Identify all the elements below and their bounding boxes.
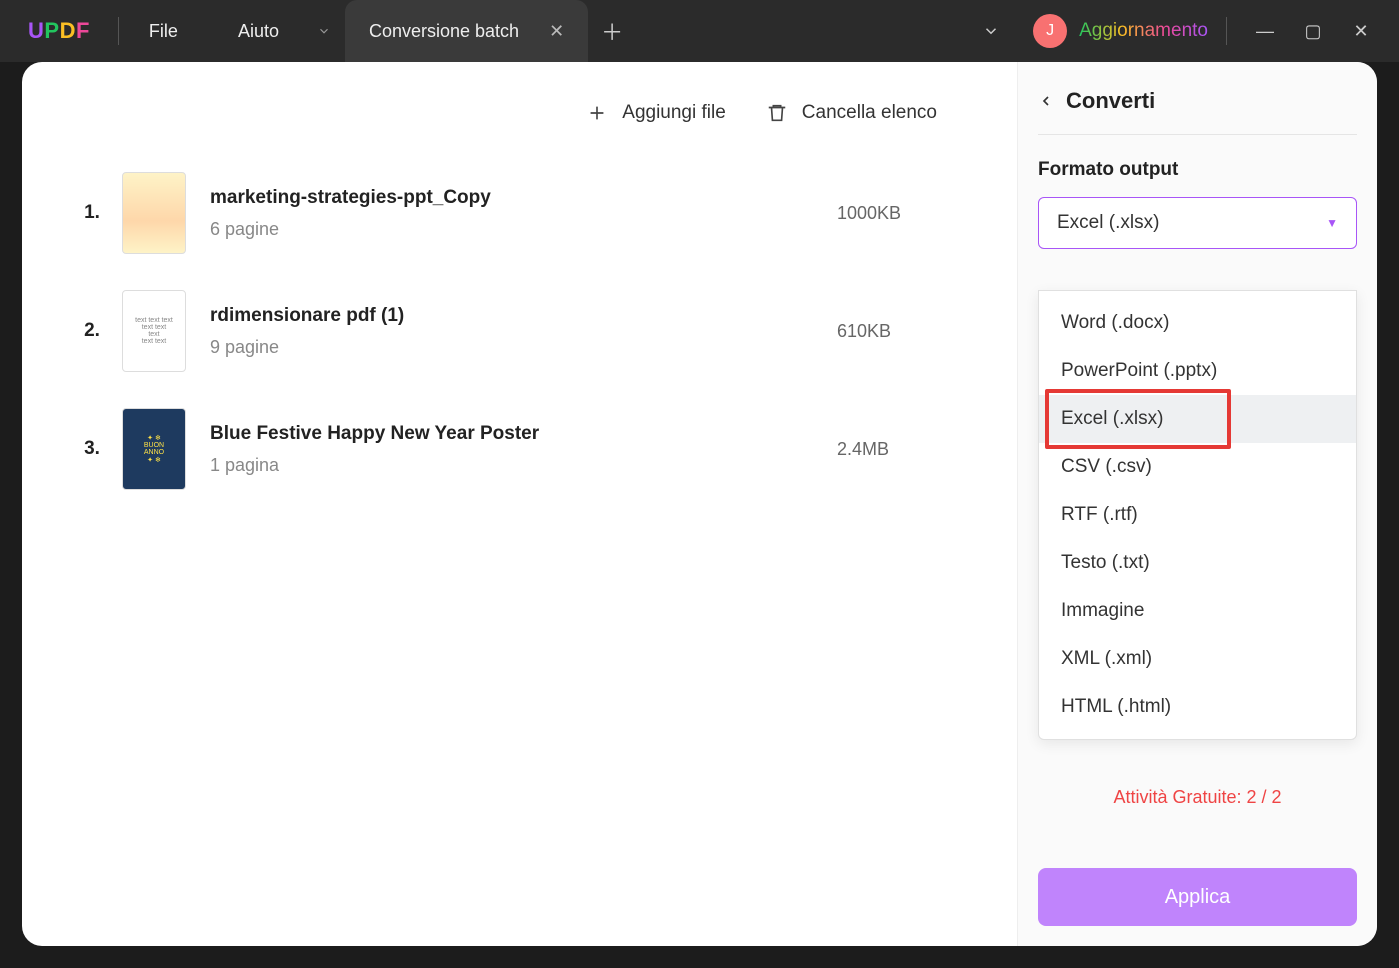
panel-header: Converti (1038, 88, 1357, 135)
trash-icon (766, 102, 788, 124)
app-logo: UPDF (0, 18, 118, 44)
file-name: marketing-strategies-ppt_Copy (210, 187, 837, 209)
file-pages: 6 pagine (210, 219, 837, 240)
file-number: 3. (62, 438, 122, 460)
maximize-icon[interactable]: ▢ (1303, 21, 1323, 42)
file-list-panel: Aggiungi file Cancella elenco 1. marketi… (22, 62, 1017, 946)
menu-file[interactable]: File (119, 21, 208, 42)
format-option[interactable]: Immagine (1039, 587, 1356, 635)
file-meta: Blue Festive Happy New Year Poster 1 pag… (210, 423, 837, 476)
sidebar-bottom: Attività Gratuite: 2 / 2 Applica (1038, 787, 1357, 926)
add-files-label: Aggiungi file (622, 102, 726, 124)
close-tab-icon[interactable]: ✕ (549, 21, 564, 42)
menu-help[interactable]: Aiuto (208, 21, 309, 42)
update-link[interactable]: Aggiornamento (1079, 20, 1208, 42)
workspace: Aggiungi file Cancella elenco 1. marketi… (22, 62, 1377, 946)
file-thumbnail: ✦ ❄BUONANNO✦ ❄ (122, 408, 186, 490)
avatar[interactable]: J (1033, 14, 1067, 48)
format-option[interactable]: Testo (.txt) (1039, 539, 1356, 587)
file-meta: rdimensionare pdf (1) 9 pagine (210, 305, 837, 358)
format-dropdown: Word (.docx)PowerPoint (.pptx)Excel (.xl… (1038, 290, 1357, 740)
format-option[interactable]: Word (.docx) (1039, 299, 1356, 347)
panel-title: Converti (1066, 88, 1155, 114)
file-size: 1000KB (837, 203, 1017, 224)
format-option[interactable]: Excel (.xlsx) (1039, 395, 1356, 443)
titlebar: UPDF File Aiuto Conversione batch ✕ ＋ J … (0, 0, 1399, 62)
free-tasks-label: Attività Gratuite: 2 / 2 (1038, 787, 1357, 808)
file-pages: 9 pagine (210, 337, 837, 358)
apply-button[interactable]: Applica (1038, 868, 1357, 926)
tab-title: Conversione batch (369, 21, 519, 42)
format-option[interactable]: HTML (.html) (1039, 683, 1356, 731)
close-icon[interactable]: ✕ (1351, 21, 1371, 42)
format-option[interactable]: XML (.xml) (1039, 635, 1356, 683)
format-option[interactable]: PowerPoint (.pptx) (1039, 347, 1356, 395)
file-pages: 1 pagina (210, 455, 837, 476)
tab-batch-conversion[interactable]: Conversione batch ✕ (345, 0, 588, 62)
format-option[interactable]: RTF (.rtf) (1039, 491, 1356, 539)
file-thumbnail: text text texttext texttexttext text (122, 290, 186, 372)
file-thumbnail (122, 172, 186, 254)
back-icon[interactable] (1038, 93, 1054, 109)
selected-format: Excel (.xlsx) (1057, 212, 1159, 234)
plus-icon (586, 102, 608, 124)
convert-sidebar: Converti Formato output Excel (.xlsx) ▼ … (1017, 62, 1377, 946)
clear-list-label: Cancella elenco (802, 102, 937, 124)
file-size: 610KB (837, 321, 1017, 342)
file-row[interactable]: 2. text text texttext texttexttext text … (62, 272, 1017, 390)
file-name: Blue Festive Happy New Year Poster (210, 423, 837, 445)
file-meta: marketing-strategies-ppt_Copy 6 pagine (210, 187, 837, 240)
output-format-label: Formato output (1038, 159, 1357, 181)
add-files-button[interactable]: Aggiungi file (586, 102, 726, 124)
new-tab-button[interactable]: ＋ (588, 15, 636, 47)
user-section: J Aggiornamento (1015, 14, 1226, 48)
format-option[interactable]: CSV (.csv) (1039, 443, 1356, 491)
tab-overflow-icon[interactable] (967, 22, 1015, 40)
file-toolbar: Aggiungi file Cancella elenco (62, 62, 1017, 154)
file-number: 1. (62, 202, 122, 224)
file-number: 2. (62, 320, 122, 342)
output-format-select[interactable]: Excel (.xlsx) ▼ (1038, 197, 1357, 249)
clear-list-button[interactable]: Cancella elenco (766, 102, 937, 124)
file-row[interactable]: 1. marketing-strategies-ppt_Copy 6 pagin… (62, 154, 1017, 272)
tab-chevron-icon[interactable] (309, 24, 339, 38)
minimize-icon[interactable]: — (1255, 21, 1275, 42)
file-name: rdimensionare pdf (1) (210, 305, 837, 327)
caret-down-icon: ▼ (1326, 216, 1338, 230)
window-controls: — ▢ ✕ (1227, 21, 1399, 42)
file-size: 2.4MB (837, 439, 1017, 460)
file-row[interactable]: 3. ✦ ❄BUONANNO✦ ❄ Blue Festive Happy New… (62, 390, 1017, 508)
